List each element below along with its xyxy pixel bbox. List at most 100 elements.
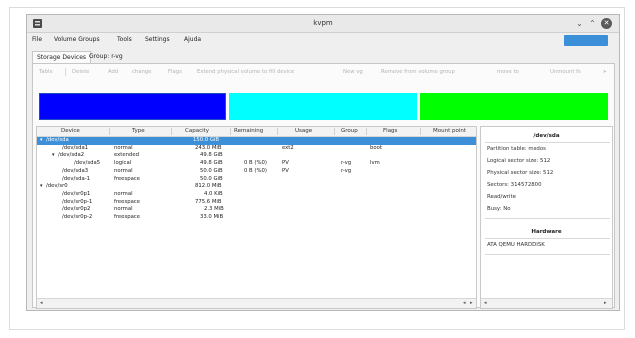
device-table: Device Type Capacity Remaining Usage Gro… [36, 126, 477, 309]
partition-table-info: Partition table: msdos [487, 146, 546, 152]
tool-new-vg[interactable]: New vg [343, 69, 363, 75]
busy-info: Busy: No [487, 206, 511, 212]
column-separator [109, 128, 110, 135]
scroll-left-icon[interactable]: ◂ [40, 299, 43, 308]
table-row-sr0p2[interactable]: /dev/sr0p2 normal 2.3 MiB [37, 206, 476, 214]
tool-remove-from-vg[interactable]: Remove from volume group [381, 69, 455, 75]
menu-bar: File Volume Groups Tools Settings Ajuda [27, 34, 619, 45]
tool-table[interactable]: Table [39, 69, 53, 75]
cell-type: logical [114, 160, 132, 167]
cell-device: /dev/sda1 [62, 144, 89, 151]
col-flags[interactable]: Flags [383, 128, 397, 134]
cell-device: /dev/sda5 [74, 160, 101, 167]
divider [485, 254, 610, 255]
cell-type: normal [114, 167, 133, 174]
table-row-sda5[interactable]: /dev/sda5 logical 49.8 GiB 0 B (%0) PV r… [37, 160, 476, 168]
cell-type: freespace [114, 198, 140, 205]
tool-flags[interactable]: Flags [168, 69, 182, 75]
column-separator [366, 128, 367, 135]
table-row-sda[interactable]: ▾ /dev/sda 150.0 GiB [37, 137, 476, 145]
table-row-sr0p1[interactable]: /dev/sr0p1 normal 4.0 KiB [37, 191, 476, 199]
menu-volume-groups[interactable]: Volume Groups [54, 36, 100, 43]
cell-capacity: 33.0 MiB [200, 214, 224, 220]
read-write-info: Read/write [487, 194, 516, 200]
table-row-sr0p-free1[interactable]: /dev/sr0p-1 freespace 775.6 MiB [37, 199, 476, 207]
cell-usage: ext2 [282, 144, 294, 151]
cell-capacity: 50.0 GiB [200, 175, 223, 182]
col-device[interactable]: Device [61, 128, 80, 134]
scroll-left-icon[interactable]: ◂ [484, 299, 487, 308]
maximize-icon[interactable]: ⌃ [587, 18, 598, 29]
minimize-icon[interactable]: ⌄ [574, 18, 585, 29]
tool-extend-pv[interactable]: Extend physical volume to fill device [197, 69, 294, 75]
cell-type: normal [114, 206, 133, 213]
toolbar: Table Delete Add change Flags Extend phy… [33, 66, 614, 78]
col-capacity[interactable]: Capacity [185, 128, 209, 134]
table-header: Device Type Capacity Remaining Usage Gro… [37, 127, 476, 137]
accent-bar [564, 35, 608, 46]
title-bar: kvpm ⌄ ⌃ ✕ [27, 15, 619, 33]
cell-type: freespace [114, 214, 140, 220]
cell-capacity: 812.0 MiB [195, 183, 222, 190]
cell-capacity: 775.6 MiB [195, 198, 222, 205]
side-horizontal-scrollbar[interactable]: ◂ ▸ [481, 298, 612, 308]
col-mount-point[interactable]: Mount point [433, 128, 466, 134]
divider [485, 142, 610, 143]
expand-icon[interactable]: ▾ [52, 152, 55, 160]
cell-group: r-vg [341, 167, 352, 174]
table-row-sda1[interactable]: /dev/sda1 normal 243.0 MiB ext2 boot [37, 145, 476, 153]
expand-icon[interactable]: ▾ [40, 137, 43, 145]
device-info-title: /dev/sda [533, 133, 560, 139]
col-group[interactable]: Group [341, 128, 358, 134]
cell-capacity: 50.0 GiB [200, 167, 223, 174]
table-row-sr0[interactable]: ▾ /dev/sr0 812.0 MiB [37, 183, 476, 191]
tool-delete[interactable]: Delete [72, 69, 89, 75]
col-remaining[interactable]: Remaining [234, 128, 263, 134]
tab-group-r-vg[interactable]: Group: r-vg [85, 51, 127, 63]
storage-devices-panel: Table Delete Add change Flags Extend phy… [32, 63, 615, 309]
hardware-title: Hardware [531, 229, 562, 235]
partition-bar-free[interactable] [420, 93, 608, 120]
cell-capacity: 4.0 KiB [204, 190, 223, 197]
column-separator [334, 128, 335, 135]
cell-capacity: 49.8 GiB [200, 152, 223, 159]
cell-capacity: 150.0 GiB [193, 137, 220, 143]
column-separator [230, 128, 231, 135]
tool-add[interactable]: Add [108, 69, 118, 75]
menu-settings[interactable]: Settings [145, 36, 170, 43]
table-row-sr0p-free2[interactable]: /dev/sr0p-2 freespace 33.0 MiB [37, 214, 476, 222]
cell-flags: lvm [370, 160, 380, 167]
sectors-info: Sectors: 314572800 [487, 182, 542, 188]
table-row-sda3[interactable]: /dev/sda3 normal 50.0 GiB 0 B (%0) PV r-… [37, 168, 476, 176]
menu-tools[interactable]: Tools [117, 36, 132, 43]
cell-device: /dev/sr0p-1 [62, 198, 93, 205]
col-type[interactable]: Type [132, 128, 145, 134]
scroll-left-icon[interactable]: ◂ [463, 299, 466, 308]
more-icon[interactable]: » [603, 69, 606, 75]
table-row-sda-free[interactable]: /dev/sda-1 freespace 50.0 GiB [37, 176, 476, 184]
cell-remaining: 0 B (%0) [244, 160, 267, 167]
close-icon[interactable]: ✕ [601, 18, 612, 29]
cell-device: /dev/sda [46, 137, 69, 143]
menu-help[interactable]: Ajuda [184, 36, 201, 43]
device-info-panel: /dev/sda Partition table: msdos Logical … [480, 126, 613, 309]
app-window: kvpm ⌄ ⌃ ✕ File Volume Groups Tools Sett… [26, 14, 620, 311]
col-usage[interactable]: Usage [295, 128, 312, 134]
tool-change[interactable]: change [132, 69, 152, 75]
expand-icon[interactable]: ▾ [40, 183, 43, 191]
menu-file[interactable]: File [32, 36, 42, 43]
horizontal-scrollbar[interactable]: ◂ ◂ ▸ [37, 298, 476, 308]
partition-bar-sda[interactable] [39, 93, 226, 120]
tool-unmount[interactable]: Unmount fs [550, 69, 581, 75]
scroll-right-icon[interactable]: ▸ [604, 299, 607, 308]
cell-device: /dev/sda2 [58, 152, 85, 159]
cell-device: /dev/sr0p2 [62, 206, 91, 213]
table-row-sda2[interactable]: ▾ /dev/sda2 extended 49.8 GiB [37, 152, 476, 160]
scroll-right-icon[interactable]: ▸ [470, 299, 473, 308]
divider [485, 218, 610, 219]
tool-move-to[interactable]: move to [497, 69, 519, 75]
partition-bar-sda3[interactable] [229, 93, 417, 120]
tab-bar: Storage Devices Group: r-vg [27, 51, 619, 64]
cell-flags: boot [370, 144, 382, 151]
divider [485, 238, 610, 239]
